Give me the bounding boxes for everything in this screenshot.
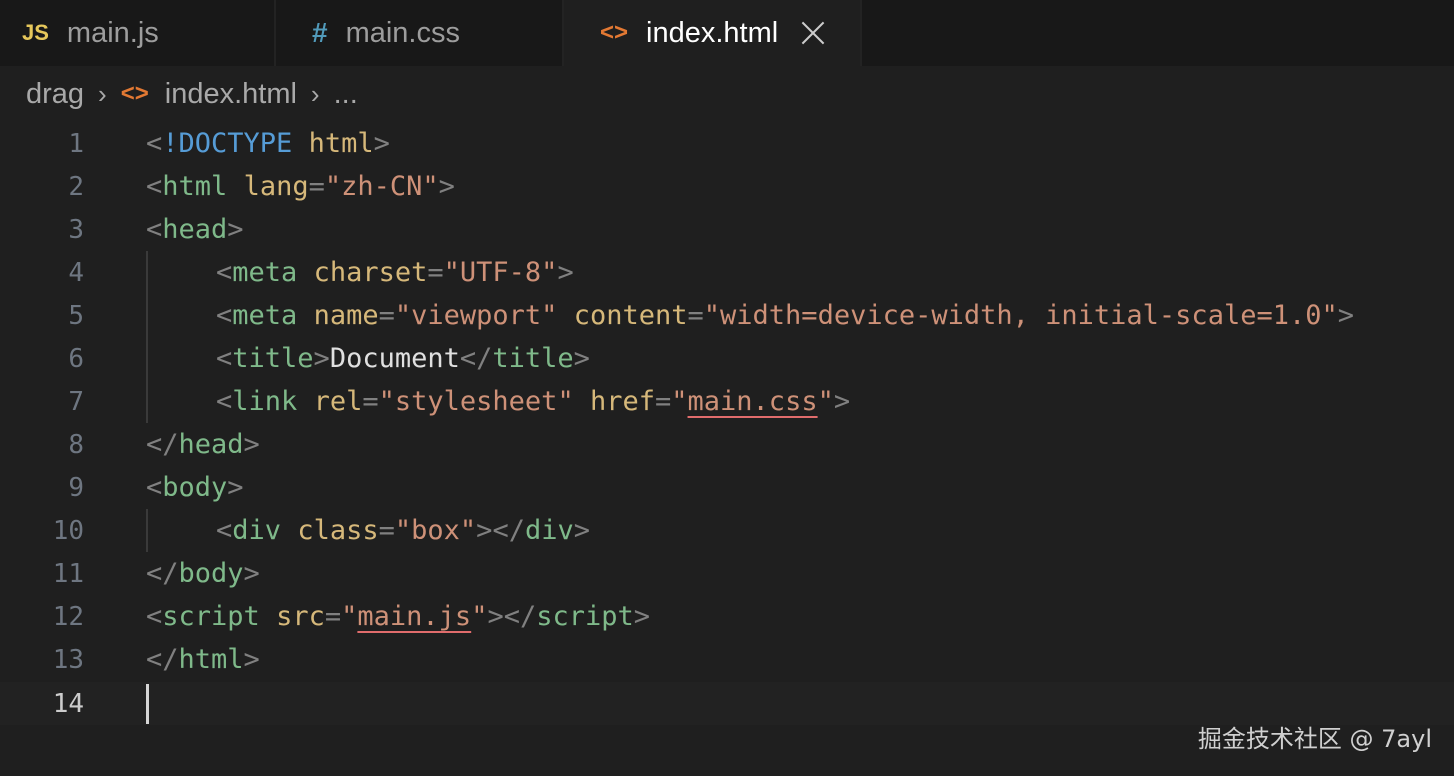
code-line[interactable]: 10 <div class="box"></div> [0,509,1454,552]
line-code: <html lang="zh-CN"> [146,171,455,202]
line-code: <body> [146,472,244,503]
line-number: 2 [68,171,84,202]
code-line[interactable]: 2 <html lang="zh-CN"> [0,165,1454,208]
line-number: 12 [52,601,84,632]
line-code: </body> [146,558,260,589]
watermark: 掘金技术社区 @ 7ayl [1197,725,1432,753]
code-line[interactable]: 4 <meta charset="UTF-8"> [0,251,1454,294]
line-code: <script src="main.js"></script> [146,601,651,632]
line-code: </head> [146,429,260,460]
css-file-icon: # [312,17,328,48]
line-number: 7 [68,386,84,417]
code-line[interactable]: 12 <script src="main.js"></script> [0,595,1454,638]
code-line[interactable]: 7 <link rel="stylesheet" href="main.css"… [0,380,1454,423]
chevron-right-icon: › [98,78,107,109]
code-line[interactable]: 13 </html> [0,638,1454,681]
line-code: <title>Document</title> [216,343,590,374]
breadcrumb-more[interactable]: ... [334,78,358,111]
tab-label: main.js [66,16,159,49]
tab-label: index.html [646,16,779,49]
tab-label: main.css [345,16,460,49]
line-code: <!DOCTYPE html> [146,128,390,159]
breadcrumb-file[interactable]: index.html [165,78,297,111]
code-line[interactable]: 11 </body> [0,552,1454,595]
line-number: 3 [68,214,84,245]
code-line[interactable]: 6 <title>Document</title> [0,337,1454,380]
file-link[interactable]: main.css [688,386,818,417]
code-line[interactable]: 5 <meta name="viewport" content="width=d… [0,294,1454,337]
javascript-file-icon: JS [22,20,49,45]
text-cursor [146,683,149,724]
breadcrumb-folder[interactable]: drag [26,78,84,111]
line-number: 14 [52,688,84,719]
tab-bar: JS main.js # main.css <> index.html [0,0,1454,66]
line-number: 8 [68,429,84,460]
code-line[interactable]: 1 <!DOCTYPE html> [0,122,1454,165]
code-line[interactable]: 3 <head> [0,208,1454,251]
line-code: <meta charset="UTF-8"> [216,257,574,288]
code-line[interactable]: 9 <body> [0,466,1454,509]
file-link[interactable]: main.js [357,601,471,632]
code-editor[interactable]: 1 <!DOCTYPE html> 2 <html lang="zh-CN"> … [0,122,1454,776]
breadcrumb: drag › <> index.html › ... [0,66,1454,122]
tab-index-html[interactable]: <> index.html [564,0,862,66]
line-code: <link rel="stylesheet" href="main.css"> [216,386,851,417]
line-number: 10 [52,515,84,546]
line-number: 9 [68,472,84,503]
html-file-icon: <> [120,80,149,107]
tab-main-css[interactable]: # main.css [276,0,564,66]
code-line[interactable]: 8 </head> [0,423,1454,466]
html-file-icon: <> [600,19,629,46]
tab-main-js[interactable]: JS main.js [0,0,276,66]
line-number: 5 [68,300,84,331]
line-number: 11 [52,558,84,589]
line-number: 6 [68,343,84,374]
line-code: </html> [146,644,260,675]
close-icon[interactable] [800,20,826,46]
line-number: 1 [68,128,84,159]
line-number: 4 [68,257,84,288]
line-code: <head> [146,214,244,245]
line-code: <div class="box"></div> [216,515,590,546]
chevron-right-icon: › [310,78,320,109]
line-code: <meta name="viewport" content="width=dev… [216,300,1355,331]
line-number: 13 [52,644,84,675]
